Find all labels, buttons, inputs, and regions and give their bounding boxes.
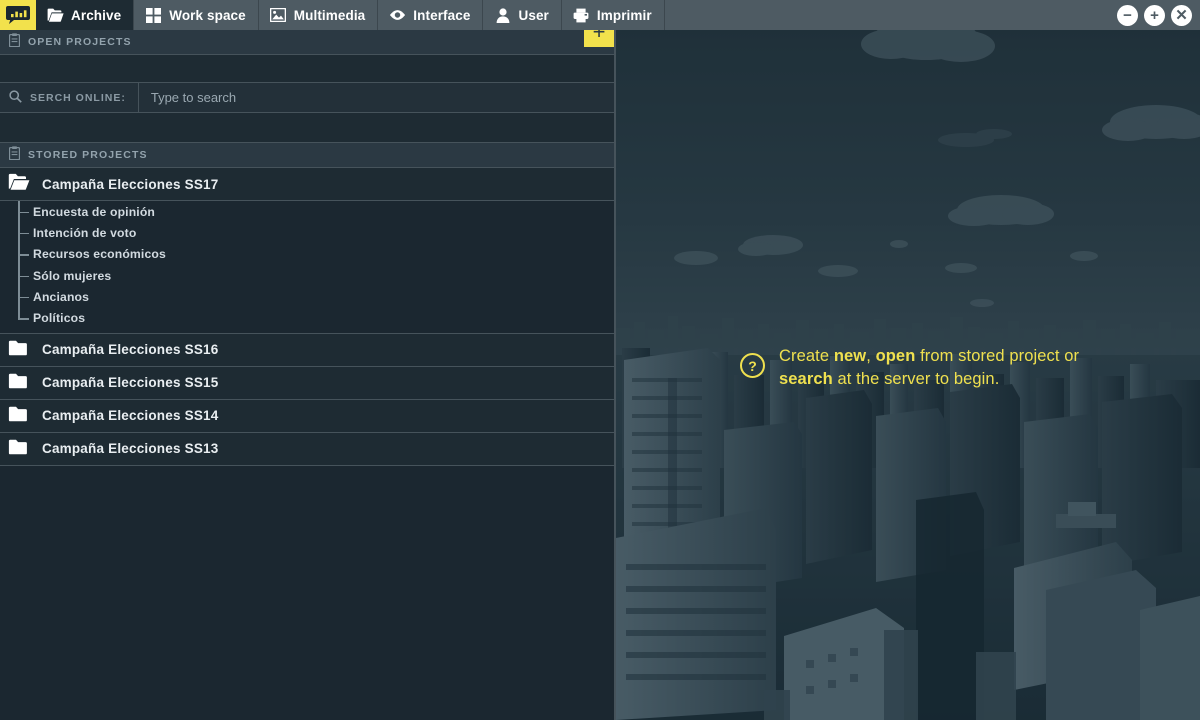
menu-tab-label: Imprimir: [597, 8, 652, 23]
stored-projects-header: STORED PROJECTS: [0, 143, 614, 168]
menu-tab-label: User: [518, 8, 548, 23]
top-menu-bar: Archive Work space Multimedia Interface: [0, 0, 1200, 30]
menu-tab-label: Multimedia: [294, 8, 366, 23]
open-projects-label: OPEN PROJECTS: [28, 36, 132, 48]
question-mark-icon: ?: [740, 353, 765, 378]
hint-line1-pre: Create: [779, 347, 834, 365]
person-icon: [494, 7, 511, 24]
tree-item-label: Encuesta de opinión: [18, 205, 155, 219]
project-row-ss16[interactable]: Campaña Elecciones SS16: [0, 334, 614, 367]
open-projects-empty-area: [0, 55, 614, 83]
folder-icon: [8, 405, 30, 427]
project-list-empty-space: [0, 466, 614, 720]
close-button[interactable]: ✕: [1171, 5, 1192, 26]
hint-search-keyword: search: [779, 370, 833, 388]
application-window: Archive Work space Multimedia Interface: [0, 0, 1200, 720]
menu-tab-label: Work space: [169, 8, 246, 23]
hint-line1-post: from stored project or: [915, 347, 1079, 365]
hint-text: Create new, open from stored project or …: [779, 345, 1109, 392]
menu-tab-label: Interface: [413, 8, 470, 23]
hint-new-keyword: new: [834, 347, 866, 365]
project-name: Campaña Elecciones SS15: [42, 375, 218, 390]
search-icon: [9, 90, 22, 106]
folder-icon: [8, 372, 30, 394]
workspace-body: OPEN PROJECTS + SERCH ONLINE:: [0, 30, 1200, 720]
tree-item-label: Recursos económicos: [18, 247, 166, 261]
logo-speech-bubble-chart-icon: [6, 6, 30, 24]
hint-open-keyword: open: [876, 347, 916, 365]
folder-icon: [47, 7, 64, 24]
tree-item-solo-mujeres[interactable]: Sólo mujeres: [0, 265, 614, 286]
tree-item-label: Intención de voto: [18, 226, 136, 240]
menu-tab-archive[interactable]: Archive: [36, 0, 134, 30]
folder-open-icon: [8, 173, 30, 195]
stored-projects-list[interactable]: Campaña Elecciones SS17 Encuesta de opin…: [0, 168, 614, 720]
eye-icon: [389, 7, 406, 24]
folder-icon: [8, 339, 30, 361]
menu-tab-multimedia[interactable]: Multimedia: [259, 0, 379, 30]
project-children-ss17: Encuesta de opinión Intención de voto Re…: [0, 201, 614, 334]
projects-sidebar: OPEN PROJECTS + SERCH ONLINE:: [0, 30, 616, 720]
tree-item-intencion-de-voto[interactable]: Intención de voto: [0, 222, 614, 243]
project-name: Campaña Elecciones SS14: [42, 408, 218, 423]
project-row-ss14[interactable]: Campaña Elecciones SS14: [0, 400, 614, 433]
project-name: Campaña Elecciones SS13: [42, 441, 218, 456]
menu-tab-user[interactable]: User: [483, 0, 561, 30]
search-online-label: SERCH ONLINE:: [30, 92, 126, 104]
hint-line1-mid: ,: [866, 347, 875, 365]
menu-tab-imprimir[interactable]: Imprimir: [562, 0, 665, 30]
getting-started-hint: ? Create new, open from stored project o…: [740, 345, 1109, 392]
menubar-spacer: [665, 0, 1113, 30]
stored-projects-label: STORED PROJECTS: [28, 149, 148, 161]
tree-item-encuesta-de-opinion[interactable]: Encuesta de opinión: [0, 201, 614, 222]
tree-item-politicos[interactable]: Políticos: [0, 307, 614, 328]
clipboard-icon: [9, 146, 20, 165]
project-name: Campaña Elecciones SS17: [42, 177, 218, 192]
search-results-empty-area: [0, 113, 614, 143]
search-input[interactable]: [139, 83, 614, 112]
project-row-ss13[interactable]: Campaña Elecciones SS13: [0, 433, 614, 466]
main-panel: ? Create new, open from stored project o…: [616, 30, 1200, 720]
image-icon: [270, 7, 287, 24]
grid-icon: [145, 7, 162, 24]
menu-tab-work-space[interactable]: Work space: [134, 0, 259, 30]
app-logo[interactable]: [0, 0, 36, 30]
project-row-ss17[interactable]: Campaña Elecciones SS17: [0, 168, 614, 201]
menu-tab-interface[interactable]: Interface: [378, 0, 483, 30]
window-controls: − + ✕: [1113, 0, 1200, 30]
tree-item-recursos-economicos[interactable]: Recursos económicos: [0, 244, 614, 265]
printer-icon: [573, 7, 590, 24]
project-row-ss15[interactable]: Campaña Elecciones SS15: [0, 367, 614, 400]
project-name: Campaña Elecciones SS16: [42, 342, 218, 357]
tree-item-ancianos[interactable]: Ancianos: [0, 286, 614, 307]
menu-tab-label: Archive: [71, 8, 121, 23]
search-online-label-group: SERCH ONLINE:: [0, 83, 139, 112]
hint-line2-post: at the server to begin.: [833, 370, 1000, 388]
clipboard-icon: [9, 33, 20, 52]
folder-icon: [8, 438, 30, 460]
tree-item-label: Sólo mujeres: [18, 269, 111, 283]
minimize-button[interactable]: −: [1117, 5, 1138, 26]
open-projects-header: OPEN PROJECTS +: [0, 30, 614, 55]
search-online-bar: SERCH ONLINE:: [0, 83, 614, 113]
maximize-button[interactable]: +: [1144, 5, 1165, 26]
